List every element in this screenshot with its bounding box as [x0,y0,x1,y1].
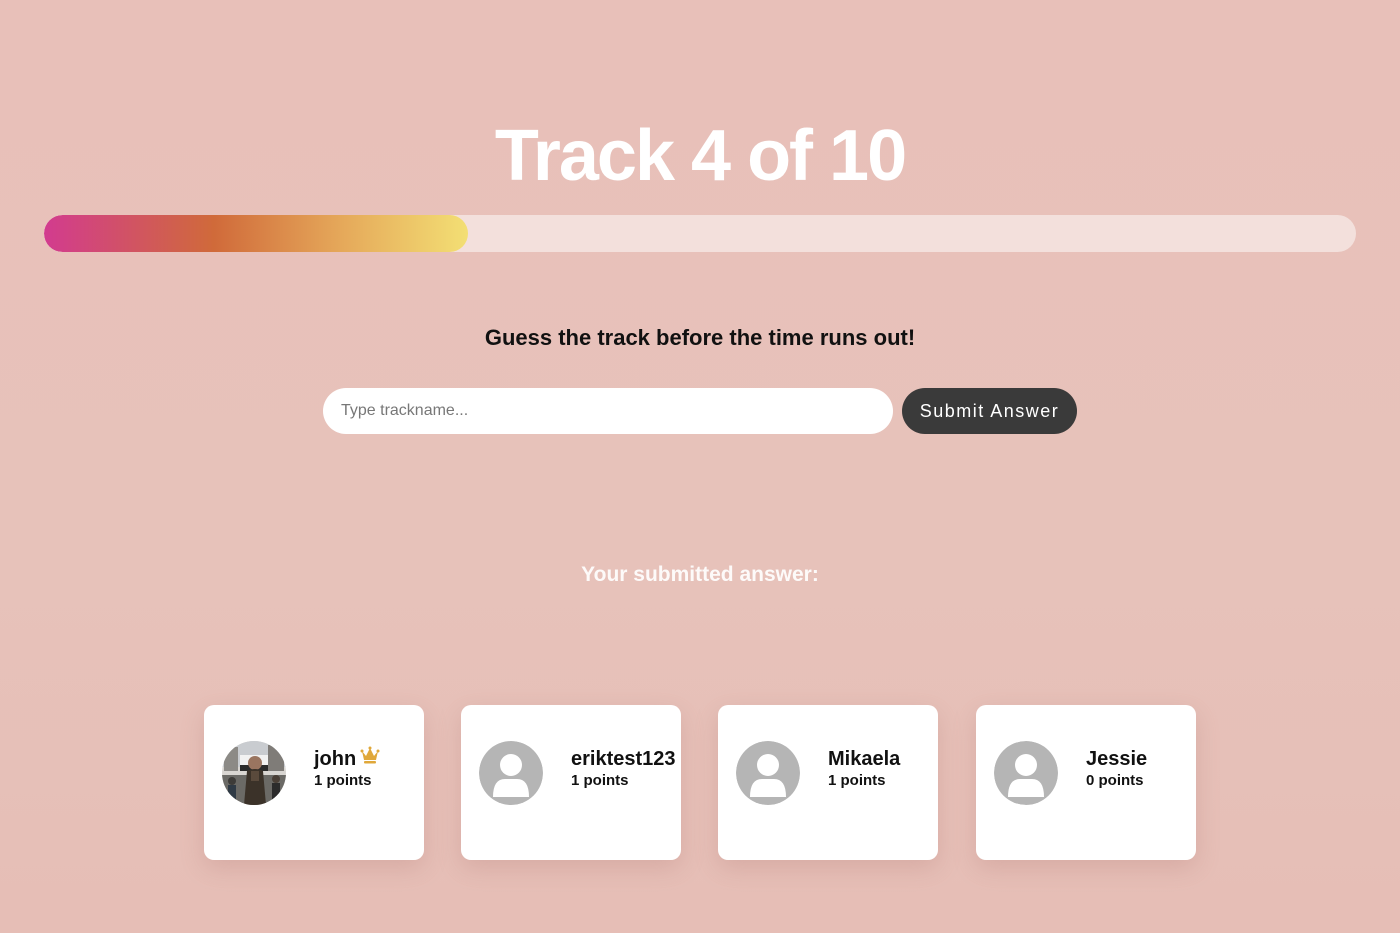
progress-bar [44,215,1356,252]
player-card: eriktest123 1 points [461,705,681,860]
player-avatar [479,741,543,805]
player-points: 1 points [314,772,372,789]
player-points: 1 points [828,772,886,789]
photo-avatar-icon [222,741,286,805]
player-name: Mikaela [828,748,901,770]
player-list: john 1 points eriktest123 1 points Mikae… [204,705,1196,860]
player-card: john 1 points [204,705,424,860]
progress-bar-fill [44,215,468,252]
submitted-answer-label: Your submitted answer: [581,563,819,586]
player-card: Mikaela 1 points [718,705,938,860]
player-points: 0 points [1086,772,1144,789]
default-user-avatar-icon [736,741,800,805]
player-avatar [736,741,800,805]
player-name: john [314,748,357,770]
instruction-text: Guess the track before the time runs out… [484,325,916,350]
default-user-avatar-icon [994,741,1058,805]
trackname-input[interactable] [323,388,893,434]
player-card: Jessie 0 points [976,705,1196,860]
player-avatar [222,741,286,805]
player-avatar [994,741,1058,805]
submit-answer-button[interactable]: Submit Answer [902,388,1077,434]
player-name-row: john [314,746,380,771]
player-points: 1 points [571,772,629,789]
page-title: Track 4 of 10 [494,116,907,196]
player-name: Jessie [1086,748,1148,770]
default-user-avatar-icon [479,741,543,805]
player-name: eriktest123 [571,748,676,770]
crown-icon [360,746,380,770]
